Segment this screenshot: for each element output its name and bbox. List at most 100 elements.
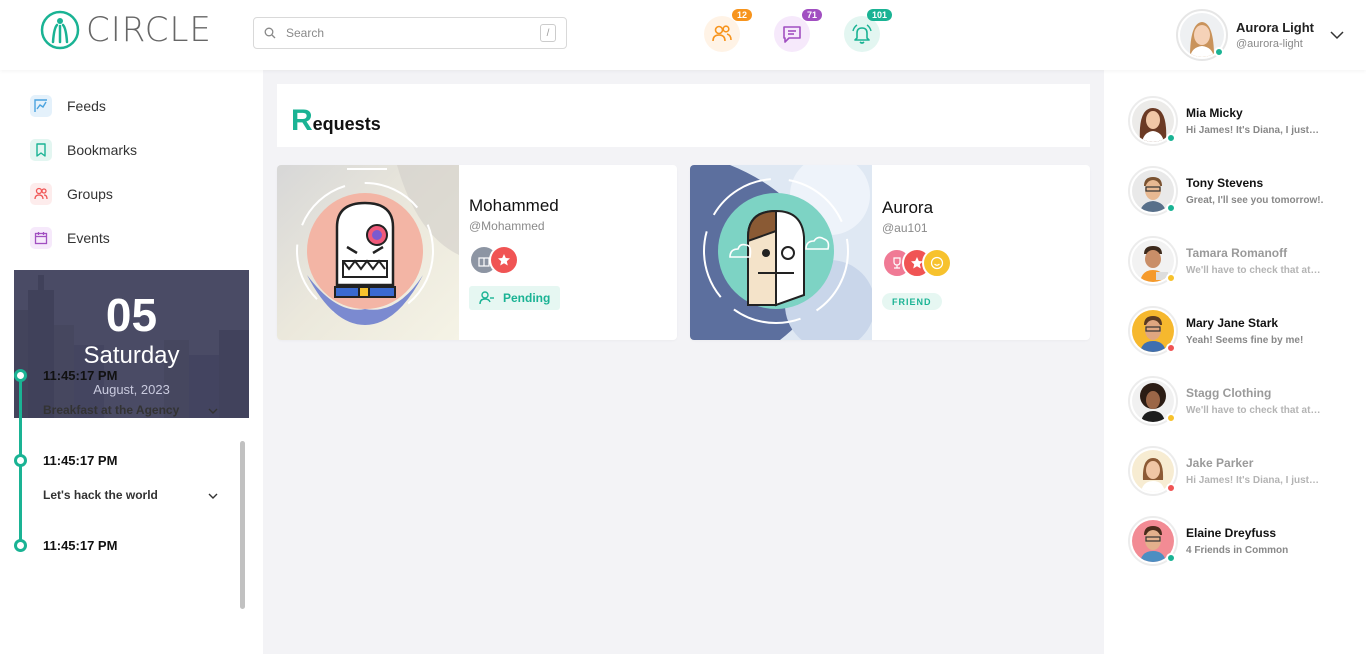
logo-icon (40, 10, 80, 50)
robot-avatar-image (690, 165, 872, 340)
events-timeline: 11:45:17 PM Breakfast at the Agency 11:4… (14, 365, 249, 585)
nav-item-bookmarks[interactable]: Bookmarks (30, 139, 137, 161)
chevron-down-icon[interactable] (208, 407, 218, 415)
messages-badge: 71 (801, 9, 822, 21)
contact-message: 4 Friends in Common (1186, 545, 1289, 556)
timeline-node (14, 539, 27, 552)
contact-item[interactable]: Elaine Dreyfuss 4 Friends in Common (1128, 516, 1336, 566)
date-day: 05 (105, 289, 158, 341)
smile-badge-icon (922, 248, 952, 278)
search-shortcut-key: / (540, 24, 556, 42)
friend-status-badge: FRIEND (882, 293, 942, 310)
contact-item[interactable]: Mary Jane Stark Yeah! Seems fine by me! (1128, 306, 1336, 356)
chevron-down-icon[interactable] (1330, 30, 1344, 40)
nav-item-groups[interactable]: Groups (30, 183, 113, 205)
logo[interactable]: CIRCLE (40, 10, 212, 50)
page-title-rest: equests (312, 114, 381, 134)
avatar (1128, 446, 1178, 496)
contact-message: Hi James! It's Diana, I just… (1186, 125, 1319, 136)
friend-requests-button[interactable]: 12 (704, 9, 752, 52)
contact-name: Mary Jane Stark (1186, 316, 1279, 330)
contact-item[interactable]: Jake Parker Hi James! It's Diana, I just… (1128, 446, 1336, 496)
messages-icon (783, 26, 801, 43)
request-name[interactable]: Aurora (882, 198, 933, 218)
nav-label-feeds: Feeds (67, 98, 106, 114)
contact-message: Hi James! It's Diana, I just… (1186, 475, 1319, 486)
status-dot-online (1166, 203, 1176, 213)
contact-name: Tony Stevens (1186, 176, 1264, 190)
chevron-down-icon[interactable] (208, 492, 218, 500)
profile-handle: @aurora-light (1236, 38, 1303, 50)
request-card[interactable]: Aurora @au101 FRIEND (690, 165, 1090, 340)
calendar-icon (30, 227, 52, 249)
timeline-scrollbar[interactable] (240, 441, 245, 609)
groups-icon (30, 183, 52, 205)
request-card[interactable]: Mohammed @Mohammed Pending (277, 165, 677, 340)
request-card-image (277, 165, 459, 340)
badges (469, 245, 519, 275)
logo-text: CIRCLE (86, 10, 212, 50)
event-time: 11:45:17 PM (43, 538, 118, 553)
feeds-icon (30, 95, 52, 117)
contact-name: Stagg Clothing (1186, 386, 1272, 400)
page-title-initial: R (291, 104, 313, 137)
friends-badge: 12 (731, 9, 752, 21)
profile-menu[interactable]: Aurora Light @aurora-light (1176, 9, 1344, 61)
badges (882, 248, 952, 278)
friends-icon (712, 25, 732, 42)
avatar (1128, 96, 1178, 146)
request-handle: @Mohammed (469, 219, 545, 233)
contact-item[interactable]: Tony Stevens Great, I'll see you tomorro… (1128, 166, 1336, 216)
avatar[interactable] (1176, 9, 1228, 61)
event-time: 11:45:17 PM (43, 368, 118, 383)
nav-item-events[interactable]: Events (30, 227, 110, 249)
status-dot-away (1166, 273, 1176, 283)
bookmark-icon (30, 139, 52, 161)
search-icon (264, 27, 276, 39)
event-title[interactable]: Breakfast at the Agency (43, 403, 179, 417)
contact-message: We'll have to check that at… (1186, 265, 1321, 276)
nav-label-events: Events (67, 230, 110, 246)
search-box[interactable]: / (253, 17, 567, 49)
user-pending-icon (479, 291, 494, 305)
request-handle: @au101 (882, 221, 928, 235)
nav-label-groups: Groups (67, 186, 113, 202)
pending-label: Pending (503, 291, 551, 305)
contact-name: Mia Micky (1186, 106, 1243, 120)
request-card-image (690, 165, 872, 340)
contact-item[interactable]: Stagg Clothing We'll have to check that … (1128, 376, 1336, 426)
contact-message: Great, I'll see you tomorrow!. (1186, 195, 1324, 206)
status-dot-busy (1166, 483, 1176, 493)
contact-item[interactable]: Tamara Romanoff We'll have to check that… (1128, 236, 1336, 286)
avatar (1128, 236, 1178, 286)
timeline-node (14, 454, 27, 467)
page-title: Requests (291, 104, 381, 138)
contact-message: Yeah! Seems fine by me! (1186, 335, 1304, 346)
avatar (1128, 516, 1178, 566)
avatar (1128, 376, 1178, 426)
online-status-dot (1214, 47, 1224, 57)
status-dot-online (1166, 133, 1176, 143)
bell-icon (852, 24, 872, 44)
event-title[interactable]: Let's hack the world (43, 488, 158, 502)
timeline-node (14, 369, 27, 382)
contact-name: Tamara Romanoff (1186, 246, 1288, 260)
status-dot-busy (1166, 343, 1176, 353)
top-header: CIRCLE / 12 71 101 (0, 0, 1366, 70)
status-dot-online (1166, 553, 1176, 563)
event-time: 11:45:17 PM (43, 453, 118, 468)
request-name[interactable]: Mohammed (469, 196, 559, 216)
contacts-sidebar: Mia Micky Hi James! It's Diana, I just… … (1104, 70, 1366, 654)
nav-label-bookmarks: Bookmarks (67, 142, 138, 158)
notifications-badge: 101 (866, 9, 892, 21)
star-badge-icon (489, 245, 519, 275)
notifications-button[interactable]: 101 (844, 9, 892, 52)
messages-button[interactable]: 71 (774, 9, 822, 52)
avatar (1128, 306, 1178, 356)
search-input[interactable] (286, 26, 540, 40)
pending-button[interactable]: Pending (469, 286, 561, 310)
contact-item[interactable]: Mia Micky Hi James! It's Diana, I just… (1128, 96, 1336, 146)
nav-item-feeds[interactable]: Feeds (30, 95, 106, 117)
contact-name: Jake Parker (1186, 456, 1254, 470)
avatar (1128, 166, 1178, 216)
